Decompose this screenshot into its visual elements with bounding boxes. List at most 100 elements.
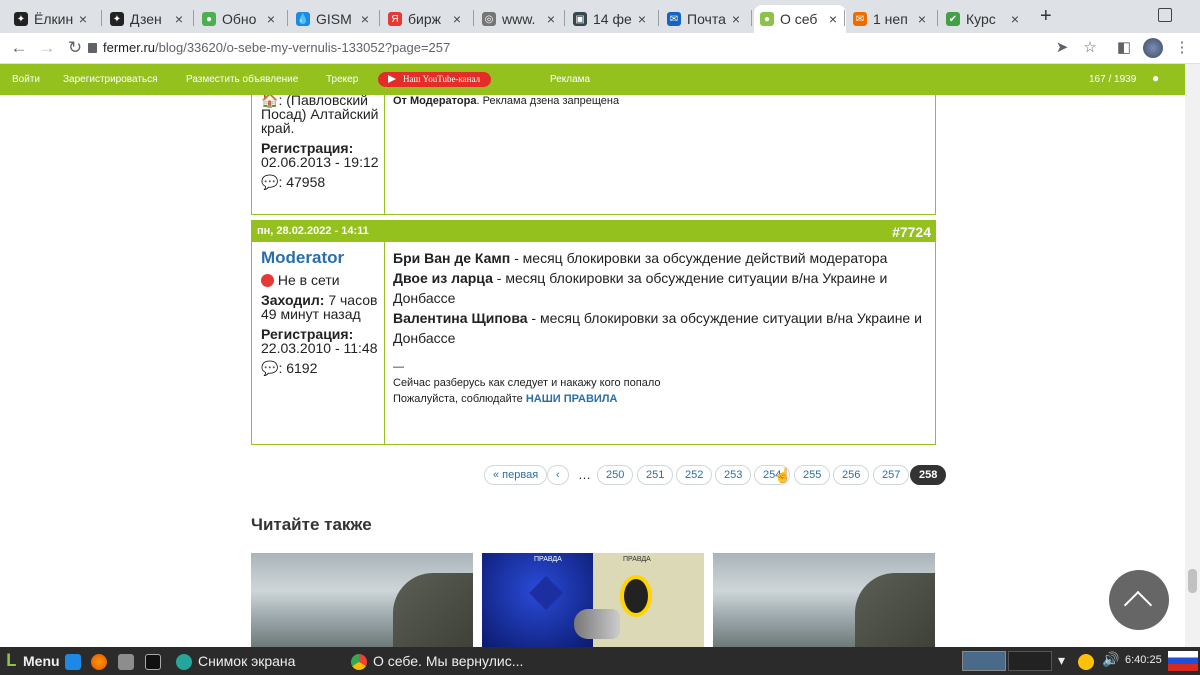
page-content: 🏠: (Павловский Посад) Алтайский край. Ре… [0,95,1185,647]
taskbar-app-screenshot[interactable]: Снимок экрана [198,653,295,669]
menu-dots-icon[interactable]: ⋮ [1172,38,1192,58]
tab-title: Обно [222,11,257,27]
ring-shape [620,575,652,617]
post-ad-link[interactable]: Разместить объявление [186,74,298,85]
start-menu-button[interactable]: Menu [23,653,60,669]
online-status: Не в сети [277,272,340,288]
tab-separator [379,10,380,26]
card-label-right: ПРАВДА [623,556,651,563]
article-card-3[interactable] [713,553,935,647]
tab-close-icon[interactable]: × [76,11,90,27]
profile-avatar[interactable] [1143,38,1163,58]
pager-page-250[interactable]: 250 [597,465,634,485]
forward-button[interactable]: → [36,37,58,59]
tab-close-icon[interactable]: × [635,11,649,27]
post-number[interactable]: #7724 [892,224,931,240]
pager-page-253[interactable]: 253 [715,465,752,485]
scrollbar-thumb[interactable] [1188,569,1197,593]
article-card-1[interactable] [251,553,473,647]
terminal-icon[interactable] [145,654,161,670]
tab-separator [937,10,938,26]
user-name: Двое из ларца [393,270,493,286]
browser-tab[interactable]: ✉ Почта × [661,5,749,33]
reload-button[interactable]: ↻ [64,37,86,59]
lock-icon [88,43,97,53]
url-path: /blog/33620/o-sebe-my-vernulis-133052?pa… [155,40,451,55]
user-icon[interactable]: ● [1152,71,1159,85]
screenshot-app-icon [176,654,192,670]
volume-icon[interactable]: 🔊 [1102,651,1119,668]
back-button[interactable]: ← [8,37,30,59]
pager-page-256[interactable]: 256 [833,465,870,485]
login-link[interactable]: Войти [12,74,40,85]
tab-close-icon[interactable]: × [264,11,278,27]
sig-dash: — [393,361,404,373]
scroll-to-top-button[interactable] [1109,570,1169,630]
tab-close-icon[interactable]: × [544,11,558,27]
tab-close-icon[interactable]: × [358,11,372,27]
pager-page-252[interactable]: 252 [676,465,713,485]
tab-title: 14 фе [593,11,632,27]
browser-toolbar: ← → ↻ fermer.ru/blog/33620/o-sebe-my-ver… [0,33,1200,64]
hand-cursor-icon: ☝ [774,467,792,483]
tab-favicon-icon: ● [202,12,216,26]
wifi-icon[interactable]: ▾ [1058,652,1065,669]
browser-tab[interactable]: ▣ 14 фе × [567,5,655,33]
workspace-1[interactable] [962,651,1006,671]
pager-first[interactable]: « первая [484,465,548,485]
rules-link[interactable]: НАШИ ПРАВИЛА [526,393,618,405]
address-bar[interactable]: fermer.ru/blog/33620/o-sebe-my-vernulis-… [103,40,450,55]
user-name: Валентина Щипова [393,310,528,326]
workspace-2[interactable] [1008,651,1052,671]
browser-tab[interactable]: ● Обно × [196,5,284,33]
post-body: От Модератора. Реклама дзена запрещена [393,95,619,107]
page-scrollbar[interactable] [1185,64,1200,647]
reg-date: 02.06.2013 - 19:12 [261,154,379,170]
post-body: Бри Ван де Камп - месяц блокировки за об… [393,248,928,406]
file-manager-icon[interactable] [118,654,134,670]
browser-tab[interactable]: 💧 GISM × [290,5,378,33]
youtube-channel-button[interactable]: Наш YouTube-канал [378,72,491,87]
browser-tab-bar: ✦ Ёлкин × ✦ Дзен × ● Обно × 💧 GISM × Ябирж × ◎ www. × ▣ 14… [0,0,1200,33]
clock[interactable]: 6:40:25 [1125,654,1162,666]
send-icon[interactable]: ➤ [1052,38,1072,58]
taskbar-app-browser[interactable]: О себе. Мы вернулис... [373,653,523,669]
browser-tab[interactable]: ✦ Дзен × [104,5,192,33]
article-card-2[interactable]: ПРАВДА ПРАВДА [482,553,704,647]
browser-tab[interactable]: ✦ Ёлкин × [8,5,96,33]
firefox-icon[interactable] [91,654,107,670]
tracker-link[interactable]: Трекер [326,74,358,85]
browser-tab[interactable]: ◎ www. × [476,5,564,33]
offline-status-icon [261,274,274,287]
pager-prev[interactable]: ‹ [547,465,569,485]
tab-close-icon[interactable]: × [729,11,743,27]
pager-page-251[interactable]: 251 [637,465,674,485]
tab-close-icon[interactable]: × [1008,11,1022,27]
post-previous: 🏠: (Павловский Посад) Алтайский край. Ре… [251,95,936,215]
show-desktop-icon[interactable] [65,654,81,670]
register-link[interactable]: Зарегистрироваться [63,74,158,85]
tab-close-icon[interactable]: × [172,11,186,27]
new-tab-button[interactable]: + [1040,5,1052,28]
keyboard-layout-flag-icon[interactable] [1168,651,1198,671]
author-name[interactable]: Moderator [261,249,381,267]
tab-close-icon[interactable]: × [450,11,464,27]
bookmark-star-icon[interactable]: ☆ [1080,38,1100,58]
mint-logo-icon: 𝐋 [6,651,17,670]
line-text: - месяц блокировки за обсуждение действи… [510,250,888,266]
update-icon[interactable] [1078,654,1094,670]
pager-page-255[interactable]: 255 [794,465,831,485]
moderator-text: . Реклама дзена запрещена [476,95,620,107]
tab-favicon-icon: Я [388,12,402,26]
window-restore-icon[interactable] [1158,8,1172,22]
sidepanel-icon[interactable]: ◧ [1114,38,1134,58]
pager-page-257[interactable]: 257 [873,465,910,485]
tab-close-icon[interactable]: × [826,11,840,27]
tab-close-icon[interactable]: × [915,11,929,27]
browser-tab[interactable]: Ябирж × [382,5,470,33]
ads-link[interactable]: Реклама [550,74,590,85]
browser-tab[interactable]: ● О себ × [754,5,846,33]
browser-tab[interactable]: ✉ 1 неп × [847,5,935,33]
tab-title: бирж [408,11,441,27]
browser-tab[interactable]: ✔ Курс × [940,5,1028,33]
